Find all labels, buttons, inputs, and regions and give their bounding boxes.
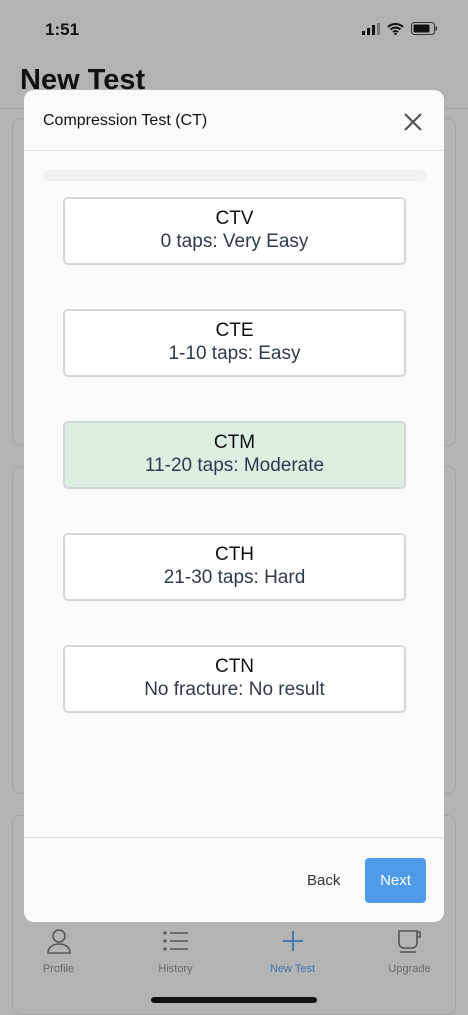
cup-icon [397,930,421,953]
tab-profile[interactable]: Profile [0,922,117,982]
modal-title: Compression Test (CT) [43,112,208,129]
tab-history[interactable]: History [117,922,234,982]
option-description: 21-30 taps: Hard [163,567,306,588]
status-time: 1:51 [45,20,80,39]
signal-icon [362,22,380,35]
option-ctn[interactable]: CTN No fracture: No result [63,645,406,713]
tab-bar: Profile History New Test Upgrade [0,922,468,982]
back-button[interactable]: Back [307,872,340,889]
status-bar: 1:51 [0,18,468,42]
option-cte[interactable]: CTE 1-10 taps: Easy [63,309,406,377]
next-button[interactable]: Next [365,858,426,903]
wifi-icon [387,22,404,35]
option-ctm[interactable]: CTM 11-20 taps: Moderate [63,421,406,489]
option-description: 0 taps: Very Easy [160,231,309,252]
list-icon [162,931,188,951]
option-code: CTV [215,208,254,229]
tab-upgrade[interactable]: Upgrade [351,922,468,982]
compression-test-modal: Compression Test (CT) CTV 0 taps: Very Ea… [24,90,444,922]
header-divider [24,150,444,151]
option-code: CTM [213,432,256,453]
option-description: 1-10 taps: Easy [168,343,301,364]
option-description: No fracture: No result [144,679,325,700]
option-cth[interactable]: CTH 21-30 taps: Hard [63,533,406,601]
option-code: CTH [214,544,255,565]
home-indicator [151,997,317,1003]
tab-new-test[interactable]: New Test [234,922,351,982]
footer-divider [24,837,444,838]
close-icon[interactable] [404,113,422,131]
battery-icon [411,22,437,35]
option-description: 11-20 taps: Moderate [144,455,325,476]
progress-bar [43,170,426,181]
option-code: CTE [215,320,254,341]
plus-icon [282,931,303,951]
option-ctv[interactable]: CTV 0 taps: Very Easy [63,197,406,265]
option-code: CTN [214,656,255,677]
person-icon [46,929,71,954]
